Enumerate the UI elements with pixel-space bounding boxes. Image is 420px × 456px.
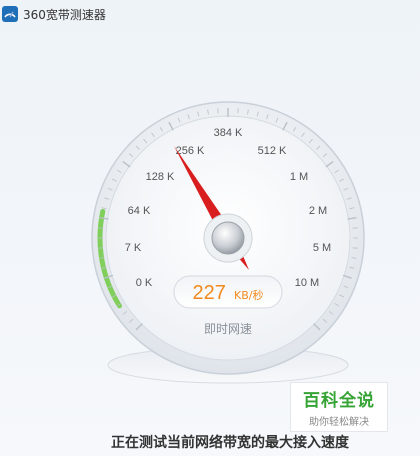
watermark-title: 百科全说 [303, 391, 375, 411]
status-message: 正在测试当前网络带宽的最大接入速度 [111, 435, 349, 451]
gauge-caption: 即时网速 [204, 322, 252, 336]
scale-label-0k: 0 K [136, 277, 153, 289]
scale-label-64k: 64 K [128, 205, 151, 217]
needle-hub [211, 221, 245, 255]
scale-label-1m: 1 M [290, 171, 308, 183]
scale-label-10m: 10 M [295, 277, 319, 289]
watermark-badge: 百科全说 助你轻松解决 [290, 382, 388, 432]
scale-label-384k: 384 K [214, 127, 243, 139]
scale-label-5m: 5 M [313, 242, 331, 254]
scale-label-512k: 512 K [258, 145, 287, 157]
speed-unit: KB/秒 [234, 288, 263, 302]
scale-label-2m: 2 M [309, 205, 327, 217]
scale-label-7k: 7 K [125, 242, 142, 254]
speed-value: 227 [193, 282, 226, 304]
watermark-subtitle: 助你轻松解决 [309, 417, 369, 428]
scale-label-128k: 128 K [146, 171, 175, 183]
